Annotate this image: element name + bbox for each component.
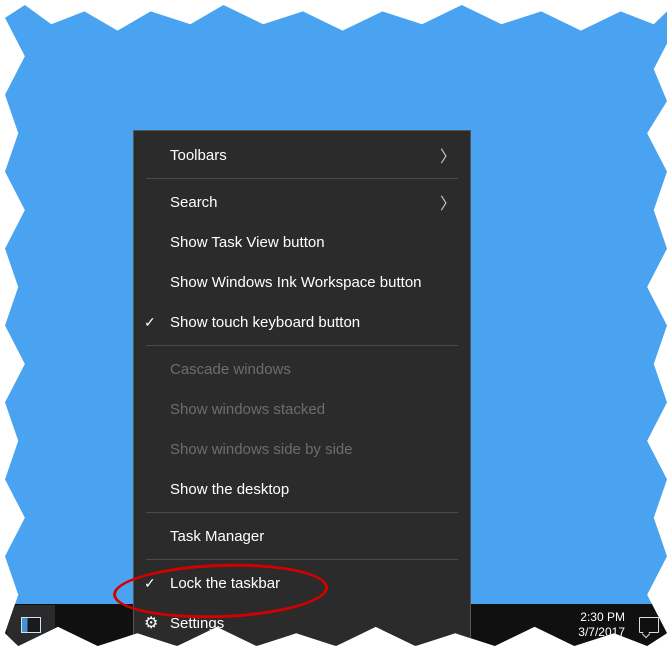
menu-label: Cascade windows (170, 361, 456, 378)
chevron-right-icon: 〉 (440, 143, 456, 167)
menu-label: Show windows side by side (170, 441, 456, 458)
menu-separator (146, 345, 458, 346)
menu-item-side-by-side: Show windows side by side (134, 429, 470, 469)
gear-icon: ⚙ (144, 613, 170, 633)
menu-separator (146, 178, 458, 179)
menu-item-show-stacked: Show windows stacked (134, 389, 470, 429)
menu-label: Show the desktop (170, 481, 456, 498)
menu-item-show-touch-keyboard[interactable]: ✓ Show touch keyboard button (134, 302, 470, 342)
taskbar-app-button[interactable] (7, 605, 55, 645)
menu-item-search[interactable]: Search 〉 (134, 182, 470, 222)
menu-item-show-ink-workspace[interactable]: Show Windows Ink Workspace button (134, 262, 470, 302)
menu-label: Lock the taskbar (170, 575, 456, 592)
app-icon (21, 617, 41, 633)
menu-label: Show Windows Ink Workspace button (170, 274, 456, 291)
menu-label: Settings (170, 615, 456, 632)
menu-label: Show touch keyboard button (170, 314, 456, 331)
menu-item-cascade-windows: Cascade windows (134, 349, 470, 389)
taskbar-system-tray: 2:30 PM 3/7/2017 (578, 610, 667, 640)
menu-label: Show windows stacked (170, 401, 456, 418)
menu-separator (146, 559, 458, 560)
action-center-icon[interactable] (639, 617, 659, 633)
desktop-background: 2:30 PM 3/7/2017 Toolbars 〉 Search 〉 Sho… (5, 5, 667, 646)
menu-item-show-task-view[interactable]: Show Task View button (134, 222, 470, 262)
menu-item-toolbars[interactable]: Toolbars 〉 (134, 135, 470, 175)
clock-date: 3/7/2017 (578, 625, 625, 640)
clock-time: 2:30 PM (578, 610, 625, 625)
checkmark-icon: ✓ (144, 314, 170, 331)
taskbar-context-menu: Toolbars 〉 Search 〉 Show Task View butto… (133, 130, 471, 646)
menu-separator (146, 512, 458, 513)
taskbar-clock[interactable]: 2:30 PM 3/7/2017 (578, 610, 625, 640)
menu-item-task-manager[interactable]: Task Manager (134, 516, 470, 556)
menu-item-lock-taskbar[interactable]: ✓ Lock the taskbar (134, 563, 470, 603)
chevron-right-icon: 〉 (440, 190, 456, 214)
menu-label: Search (170, 194, 440, 211)
menu-item-show-desktop[interactable]: Show the desktop (134, 469, 470, 509)
menu-label: Toolbars (170, 147, 440, 164)
checkmark-icon: ✓ (144, 575, 170, 592)
menu-label: Show Task View button (170, 234, 456, 251)
menu-label: Task Manager (170, 528, 456, 545)
menu-item-settings[interactable]: ⚙ Settings (134, 603, 470, 643)
